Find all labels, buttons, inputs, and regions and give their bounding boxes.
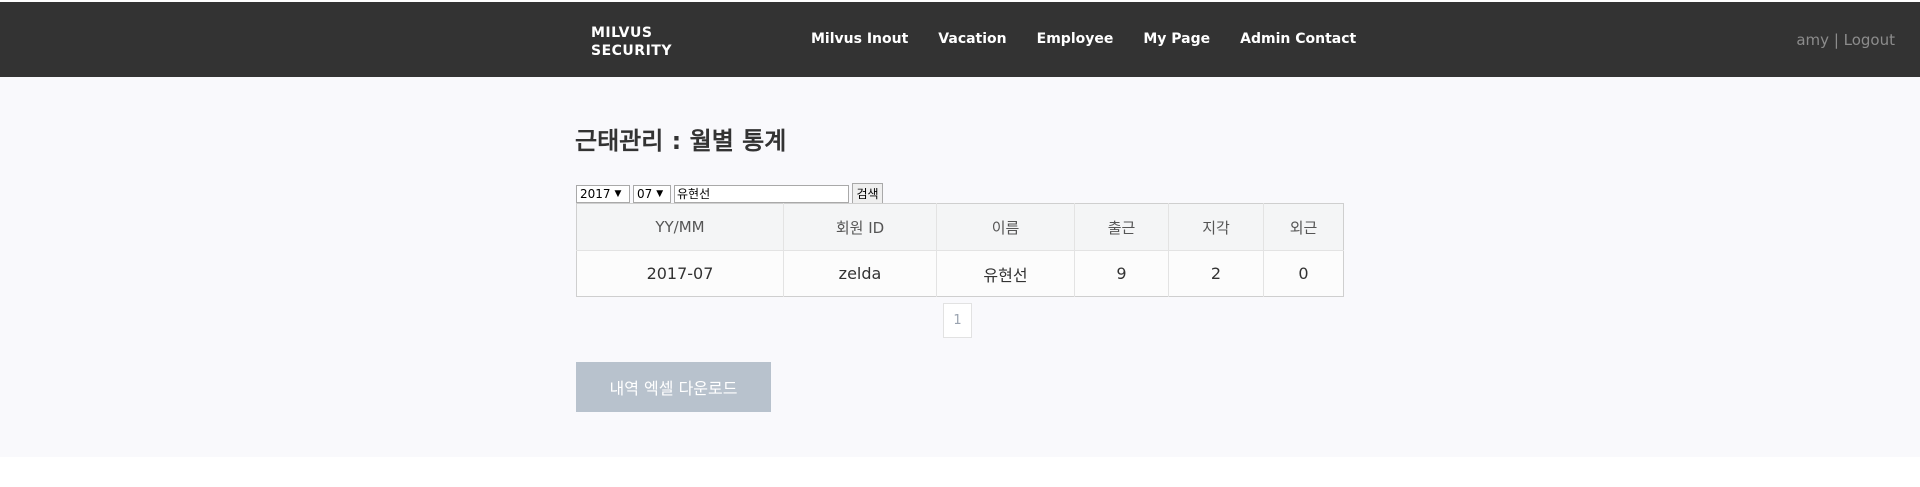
top-navbar: MILVUS SECURITY Milvus Inout Vacation Em… [0,2,1920,77]
search-button[interactable]: 검색 [852,183,883,204]
table-header-row: YY/MM 회원 ID 이름 출근 지각 외근 [576,203,1344,251]
col-header-yymm: YY/MM [576,203,784,251]
col-header-member-id: 회원 ID [783,203,937,251]
monthly-stats-table: YY/MM 회원 ID 이름 출근 지각 외근 2017-07 zelda 유현… [576,203,1344,297]
nav-milvus-inout[interactable]: Milvus Inout [811,31,908,47]
page-title: 근태관리 : 월별 통계 [575,127,787,155]
cell-late: 2 [1168,250,1264,297]
col-header-outside-work: 외근 [1263,203,1344,251]
table-row: 2017-07 zelda 유현선 9 2 0 [576,250,1344,297]
cell-yymm: 2017-07 [576,250,784,297]
brand-logo[interactable]: MILVUS SECURITY [591,24,672,60]
brand-line-2: SECURITY [591,43,672,59]
month-value: 07 [637,186,653,201]
cell-checkin: 9 [1074,250,1169,297]
user-name[interactable]: amy [1796,31,1829,49]
pagination-page-1[interactable]: 1 [943,303,972,338]
year-value: 2017 [580,186,611,201]
nav-menu: Milvus Inout Vacation Employee My Page A… [811,31,1386,47]
col-header-checkin: 출근 [1074,203,1169,251]
name-search-input[interactable]: 유현선 [674,184,849,203]
nav-vacation[interactable]: Vacation [938,31,1006,47]
user-area: amy | Logout [1796,31,1895,49]
dropdown-arrow-icon: ▼ [656,188,664,199]
logout-link[interactable]: Logout [1844,31,1895,49]
col-header-name: 이름 [936,203,1075,251]
search-form: 2017 ▼ 07 ▼ 유현선 검색 [576,183,883,204]
dropdown-arrow-icon: ▼ [614,188,622,199]
col-header-late: 지각 [1168,203,1264,251]
main-content: 근태관리 : 월별 통계 2017 ▼ 07 ▼ 유현선 검색 YY/MM 회원… [0,77,1920,457]
cell-name: 유현선 [936,250,1075,297]
user-separator: | [1829,31,1844,49]
month-select[interactable]: 07 ▼ [633,184,671,203]
nav-my-page[interactable]: My Page [1143,31,1210,47]
excel-download-button[interactable]: 내역 엑셀 다운로드 [576,362,771,412]
year-select[interactable]: 2017 ▼ [576,184,630,203]
cell-member-id: zelda [783,250,937,297]
nav-employee[interactable]: Employee [1037,31,1114,47]
cell-outside-work: 0 [1263,250,1344,297]
brand-line-1: MILVUS [591,25,653,41]
nav-admin-contact[interactable]: Admin Contact [1240,31,1356,47]
